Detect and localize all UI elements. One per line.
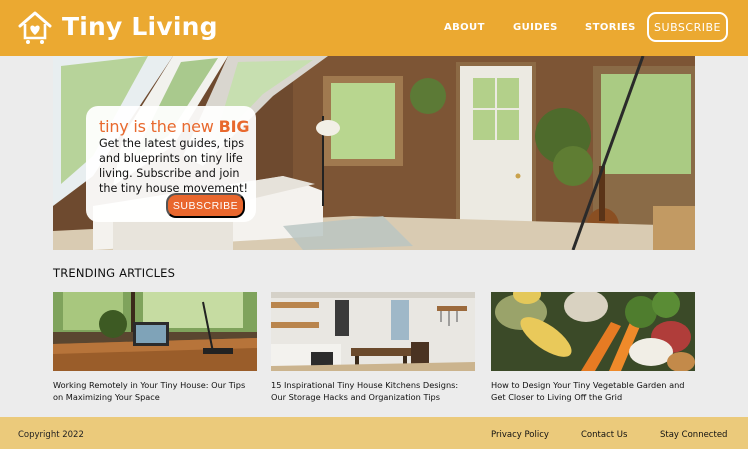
section-title-trending: TRENDING ARTICLES bbox=[53, 266, 176, 280]
nav-about[interactable]: ABOUT bbox=[444, 22, 485, 33]
hero-subscribe-button[interactable]: SUBSCRIBE bbox=[166, 193, 245, 218]
article-thumbnail-kitchen[interactable] bbox=[271, 292, 475, 371]
article-title[interactable]: Working Remotely in Your Tiny House: Our… bbox=[53, 380, 257, 403]
house-heart-icon[interactable] bbox=[18, 10, 52, 46]
article-card[interactable]: Working Remotely in Your Tiny House: Our… bbox=[53, 292, 257, 403]
article-card[interactable]: 15 Inspirational Tiny House Kitchens Des… bbox=[271, 292, 475, 403]
article-title[interactable]: 15 Inspirational Tiny House Kitchens Des… bbox=[271, 380, 475, 403]
nav-guides[interactable]: GUIDES bbox=[513, 22, 558, 33]
site-footer: Copyright 2022 Privacy Policy Contact Us… bbox=[0, 417, 748, 449]
hero-headline-emphasis: BIG bbox=[218, 117, 250, 136]
footer-link-stay-connected[interactable]: Stay Connected bbox=[660, 430, 727, 440]
hero-headline: tiny is the new BIG bbox=[99, 117, 250, 136]
site-header: Tiny Living ABOUT GUIDES STORIES SUBSCRI… bbox=[0, 0, 748, 56]
article-card[interactable]: How to Design Your Tiny Vegetable Garden… bbox=[491, 292, 695, 403]
nav-stories[interactable]: STORIES bbox=[585, 22, 636, 33]
article-title[interactable]: How to Design Your Tiny Vegetable Garden… bbox=[491, 380, 695, 403]
footer-link-contact[interactable]: Contact Us bbox=[581, 430, 627, 440]
hero-body-text: Get the latest guides, tips and blueprin… bbox=[99, 137, 248, 195]
article-thumbnail-vegetables[interactable] bbox=[491, 292, 695, 371]
brand-name[interactable]: Tiny Living bbox=[62, 12, 218, 41]
footer-link-privacy[interactable]: Privacy Policy bbox=[491, 430, 549, 440]
header-subscribe-button[interactable]: SUBSCRIBE bbox=[647, 12, 728, 42]
copyright-text: Copyright 2022 bbox=[18, 430, 84, 440]
article-thumbnail-remote-work[interactable] bbox=[53, 292, 257, 371]
